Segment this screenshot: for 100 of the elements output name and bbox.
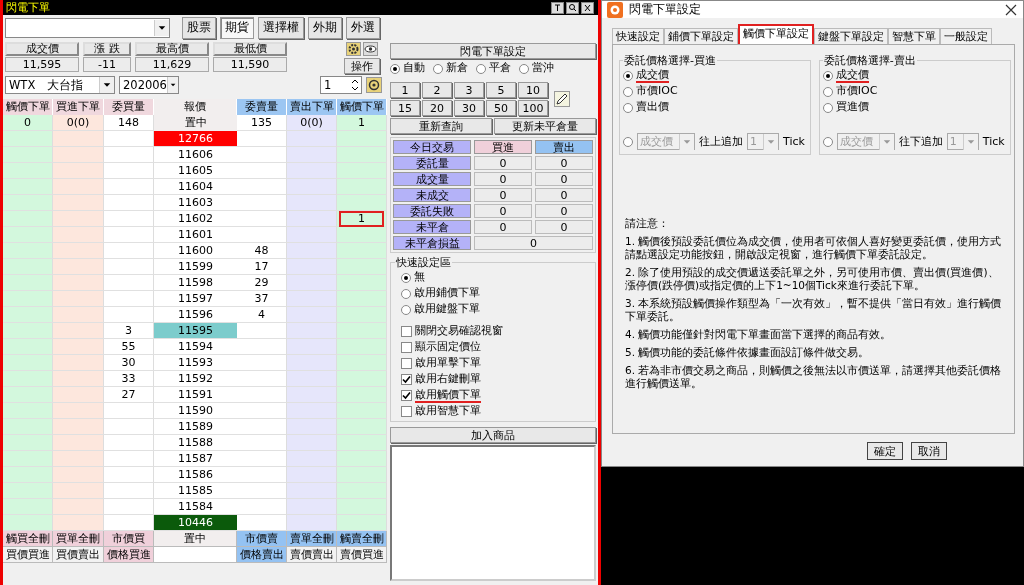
order-cell[interactable] [237, 355, 287, 371]
gear-icon[interactable] [346, 42, 361, 56]
radio-label[interactable]: 買進價 [835, 100, 869, 115]
quantity-button[interactable]: 2 [422, 82, 452, 98]
price-cell[interactable]: 11604 [154, 179, 237, 195]
order-cell[interactable] [3, 387, 53, 403]
order-cell[interactable] [237, 451, 287, 467]
order-cell[interactable] [53, 211, 104, 227]
pencil-icon[interactable] [554, 91, 570, 107]
symbol-select[interactable]: WTX 大台指 [5, 76, 115, 94]
checkbox-label[interactable]: 啟用觸價下單 [415, 388, 481, 403]
order-cell[interactable] [337, 355, 387, 371]
settings-tab[interactable]: 鍵盤下單設定 [814, 28, 888, 44]
order-cell[interactable] [287, 259, 337, 275]
quantity-button[interactable]: 50 [486, 100, 516, 116]
order-cell[interactable] [104, 275, 154, 291]
order-cell[interactable] [237, 195, 287, 211]
action-button[interactable]: 賣價賣出 [287, 547, 337, 563]
order-cell[interactable] [337, 291, 387, 307]
order-cell[interactable] [287, 451, 337, 467]
order-cell[interactable] [53, 371, 104, 387]
checkbox[interactable] [401, 374, 412, 385]
market-tab[interactable]: 股票 [182, 16, 216, 39]
market-tab[interactable]: 選擇權 [258, 16, 304, 39]
quantity-button[interactable]: 15 [390, 100, 420, 116]
order-cell[interactable] [287, 227, 337, 243]
price-cell[interactable]: 11596 [154, 307, 237, 323]
action-button[interactable]: 賣價買進 [337, 547, 387, 563]
order-cell[interactable] [3, 515, 53, 531]
order-cell[interactable] [287, 307, 337, 323]
order-cell[interactable]: 27 [104, 387, 154, 403]
radio-button[interactable] [623, 86, 633, 97]
order-cell[interactable]: 33 [104, 371, 154, 387]
order-cell[interactable] [337, 483, 387, 499]
checkbox[interactable] [401, 358, 412, 369]
order-cell[interactable] [104, 483, 154, 499]
order-cell[interactable] [237, 467, 287, 483]
order-cell[interactable] [53, 163, 104, 179]
action-button[interactable]: 買價賣出 [53, 547, 104, 563]
order-cell[interactable] [337, 195, 387, 211]
radio-button[interactable] [623, 136, 633, 147]
search-icon[interactable] [566, 1, 579, 14]
order-cell[interactable] [53, 323, 104, 339]
price-cell[interactable]: 11594 [154, 339, 237, 355]
order-cell[interactable] [3, 179, 53, 195]
order-cell[interactable] [3, 211, 53, 227]
market-tab[interactable]: 期貨 [220, 16, 254, 39]
order-cell[interactable] [53, 179, 104, 195]
radio-label[interactable]: 成交價 [835, 68, 869, 83]
order-cell[interactable] [287, 163, 337, 179]
order-cell[interactable] [104, 291, 154, 307]
price-cell[interactable]: 11603 [154, 195, 237, 211]
order-cell[interactable] [104, 499, 154, 515]
price-cell[interactable]: 11584 [154, 499, 237, 515]
pin-icon[interactable] [551, 1, 564, 14]
order-cell[interactable] [104, 147, 154, 163]
order-cell[interactable] [337, 371, 387, 387]
settings-tab[interactable]: 觸價下單設定 [738, 24, 814, 44]
radio-button[interactable] [390, 63, 400, 74]
order-cell[interactable] [337, 259, 387, 275]
eye-icon[interactable] [363, 42, 378, 56]
order-cell[interactable] [287, 243, 337, 259]
close-icon[interactable] [581, 1, 594, 14]
operate-button[interactable]: 操作 [344, 58, 380, 74]
price-cell[interactable]: 11587 [154, 451, 237, 467]
order-cell[interactable]: 4 [237, 307, 287, 323]
order-cell[interactable] [3, 451, 53, 467]
refresh-button[interactable]: 重新查詢 [390, 118, 492, 134]
order-cell[interactable] [104, 435, 154, 451]
price-cell[interactable]: 11597 [154, 291, 237, 307]
radio-button[interactable] [401, 288, 411, 299]
settings-tab[interactable]: 一般設定 [940, 28, 992, 44]
order-cell[interactable] [104, 403, 154, 419]
order-cell[interactable] [287, 179, 337, 195]
action-button[interactable]: 價格賣出 [237, 547, 287, 563]
order-cell[interactable] [287, 403, 337, 419]
price-cell[interactable]: 11585 [154, 483, 237, 499]
order-cell[interactable] [53, 499, 104, 515]
flash-settings-button[interactable]: 閃電下單設定 [390, 43, 596, 59]
action-button[interactable]: 賣單全刪 [287, 531, 337, 547]
order-cell[interactable] [53, 515, 104, 531]
order-cell[interactable] [3, 163, 53, 179]
quantity-button[interactable]: 1 [390, 82, 420, 98]
order-cell[interactable] [287, 211, 337, 227]
order-cell[interactable] [287, 371, 337, 387]
order-cell[interactable] [237, 211, 287, 227]
action-button[interactable]: 買單全刪 [53, 531, 104, 547]
action-button[interactable]: 觸買全刪 [3, 531, 53, 547]
product-list[interactable] [390, 445, 596, 581]
order-cell[interactable] [53, 435, 104, 451]
order-cell[interactable] [3, 291, 53, 307]
order-cell[interactable] [337, 403, 387, 419]
checkbox[interactable] [401, 342, 412, 353]
order-cell[interactable] [53, 339, 104, 355]
price-cell[interactable]: 11598 [154, 275, 237, 291]
order-cell[interactable] [287, 435, 337, 451]
order-cell[interactable] [104, 307, 154, 323]
action-button[interactable]: 市價買 [104, 531, 154, 547]
radio-button[interactable] [623, 102, 633, 113]
price-cell[interactable]: 11592 [154, 371, 237, 387]
